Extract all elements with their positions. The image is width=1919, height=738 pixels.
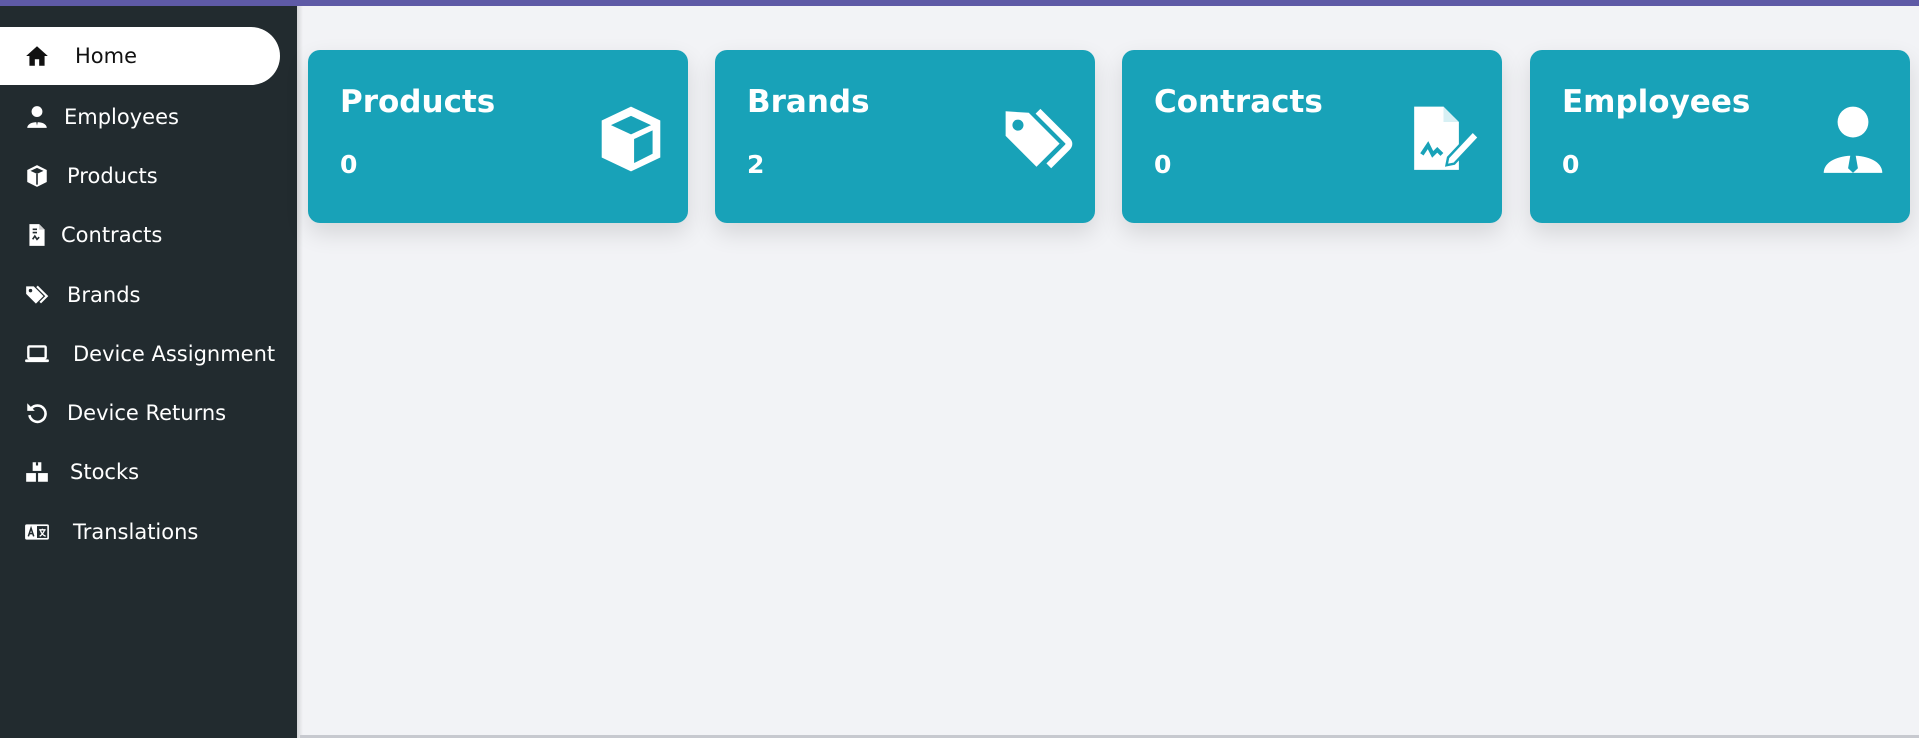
card-title: Brands — [747, 84, 870, 120]
sidebar-item-contracts[interactable]: Contracts — [0, 206, 280, 264]
laptop-icon — [22, 339, 52, 369]
language-icon — [22, 517, 52, 547]
sidebar-item-employees[interactable]: Employees — [0, 88, 280, 146]
sidebar-item-label: Brands — [67, 283, 141, 307]
card-title: Contracts — [1154, 84, 1323, 120]
card-count: 0 — [1562, 150, 1580, 179]
undo-icon — [22, 398, 52, 428]
contract-icon — [22, 220, 52, 250]
sidebar-item-stocks[interactable]: Stocks — [0, 443, 280, 501]
cube-icon — [22, 161, 52, 191]
stat-card-contracts[interactable]: Contracts 0 — [1122, 50, 1502, 223]
tags-icon — [1001, 102, 1075, 176]
sidebar-item-brands[interactable]: Brands — [0, 266, 280, 324]
sidebar-item-translations[interactable]: Translations — [0, 503, 280, 561]
cube-icon — [594, 102, 668, 176]
stat-card-products[interactable]: Products 0 — [308, 50, 688, 223]
card-title: Products — [340, 84, 496, 120]
sidebar-item-label: Contracts — [61, 223, 163, 247]
sidebar-item-device-returns[interactable]: Device Returns — [0, 384, 280, 442]
user-icon — [22, 102, 52, 132]
sidebar-item-label: Employees — [64, 105, 179, 129]
sidebar-item-products[interactable]: Products — [0, 147, 280, 205]
stat-card-brands[interactable]: Brands 2 — [715, 50, 1095, 223]
stat-card-employees[interactable]: Employees 0 — [1530, 50, 1910, 223]
home-icon — [22, 41, 52, 71]
sidebar-shadow — [297, 6, 303, 738]
sidebar-item-label: Device Assignment — [73, 342, 276, 366]
sidebar-item-device-assignment[interactable]: Device Assignment — [0, 325, 280, 383]
boxes-icon — [22, 457, 52, 487]
sidebar: Home Employees Products Contracts Brands… — [0, 6, 297, 738]
sidebar-item-home[interactable]: Home — [0, 27, 280, 85]
sidebar-item-label: Translations — [73, 520, 199, 544]
card-count: 0 — [340, 150, 358, 179]
file-signature-icon — [1408, 102, 1482, 176]
sidebar-item-label: Stocks — [70, 460, 140, 484]
card-count: 2 — [747, 150, 765, 179]
user-tie-icon — [1816, 102, 1890, 176]
tags-icon — [22, 280, 52, 310]
card-title: Employees — [1562, 84, 1751, 120]
sidebar-item-label: Products — [67, 164, 158, 188]
sidebar-item-label: Home — [75, 44, 138, 68]
card-count: 0 — [1154, 150, 1172, 179]
sidebar-item-label: Device Returns — [67, 401, 227, 425]
